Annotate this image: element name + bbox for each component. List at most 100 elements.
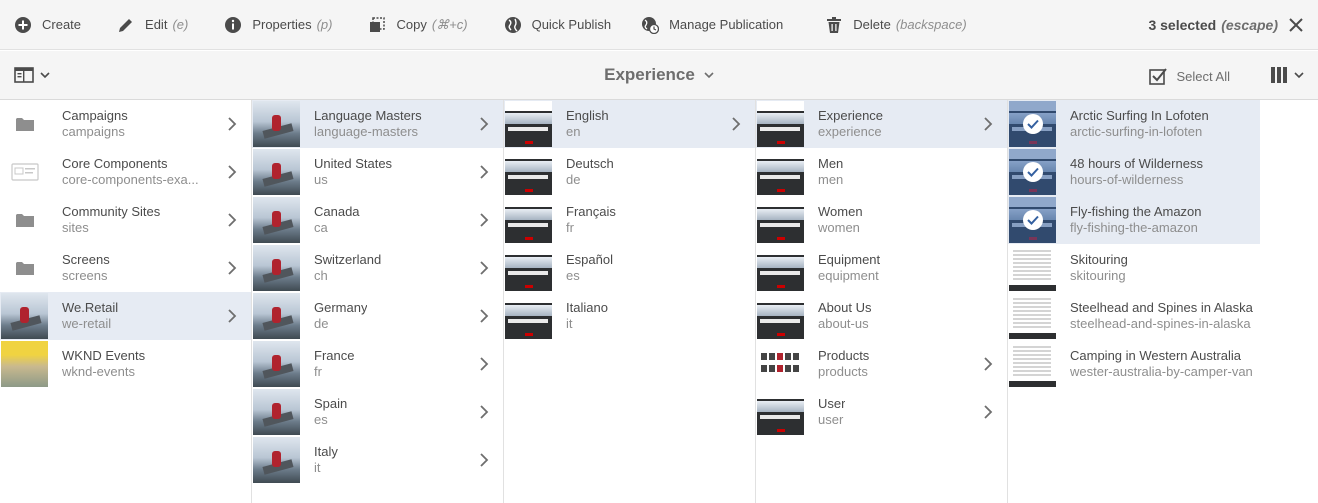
breadcrumb-dropdown[interactable]: Experience <box>604 65 714 85</box>
page-thumbnail <box>253 341 300 387</box>
column-item[interactable]: We.Retail we-retail <box>0 292 251 340</box>
column-item[interactable]: Community Sites sites <box>0 196 251 244</box>
column-item[interactable]: English en <box>504 100 755 148</box>
item-text: Core Components core-components-exa... <box>62 156 199 188</box>
chevron-right-icon[interactable] <box>479 453 489 467</box>
item-name: women <box>818 220 860 235</box>
chevron-right-icon[interactable] <box>227 165 237 179</box>
column-item[interactable]: About Us about-us <box>756 292 1007 340</box>
chevron-right-icon[interactable] <box>227 261 237 275</box>
column-item[interactable]: France fr <box>252 340 503 388</box>
item-name: campaigns <box>62 124 125 139</box>
chevron-right-icon[interactable] <box>479 117 489 131</box>
item-name: experience <box>818 124 882 139</box>
column-item[interactable]: Steelhead and Spines in Alaska steelhead-… <box>1008 292 1260 340</box>
column-item[interactable]: Italy it <box>252 436 503 484</box>
page-thumbnail <box>1009 245 1056 291</box>
select-all-label: Select All <box>1176 68 1230 84</box>
quick-publish-label: Quick Publish <box>531 17 612 32</box>
chevron-right-icon[interactable] <box>983 117 993 131</box>
column-item[interactable]: Camping in Western Australia wester-austr… <box>1008 340 1260 388</box>
column-item[interactable]: Germany de <box>252 292 503 340</box>
add-circle-icon <box>15 16 31 33</box>
create-button[interactable]: Create <box>0 0 95 50</box>
properties-button[interactable]: Properties (p) <box>210 0 346 50</box>
chevron-right-icon[interactable] <box>479 261 489 275</box>
item-text: Products products <box>818 348 869 380</box>
item-name: es <box>314 412 328 427</box>
item-text: Arctic Surfing In Lofoten arctic-surfing-… <box>1070 108 1209 140</box>
delete-label: Delete <box>853 17 891 32</box>
chevron-right-icon[interactable] <box>479 309 489 323</box>
column-item[interactable]: Deutsch de <box>504 148 755 196</box>
chevron-right-icon[interactable] <box>479 213 489 227</box>
chevron-right-icon[interactable] <box>479 357 489 371</box>
column-item[interactable]: Products products <box>756 340 1007 388</box>
page-thumbnail <box>1009 101 1056 147</box>
column-item[interactable]: Screens screens <box>0 244 251 292</box>
column-item[interactable]: Arctic Surfing In Lofoten arctic-surfing-… <box>1008 100 1260 148</box>
column-item[interactable]: Core Components core-components-exa... <box>0 148 251 196</box>
page-thumbnail <box>1009 149 1056 195</box>
item-text: Español es <box>566 252 613 284</box>
selected-check-icon[interactable] <box>1009 149 1056 195</box>
column-item[interactable]: Campaigns campaigns <box>0 100 251 148</box>
column-item[interactable]: Fly-fishing the Amazon fly-fishing-the-am… <box>1008 196 1260 244</box>
select-all-button[interactable]: Select All <box>1148 67 1230 85</box>
item-title: United States <box>314 156 393 171</box>
folder-icon <box>1 101 48 147</box>
chevron-right-icon[interactable] <box>227 117 237 131</box>
column-item[interactable]: Français fr <box>504 196 755 244</box>
item-text: Community Sites sites <box>62 204 160 236</box>
column-item[interactable]: Women women <box>756 196 1007 244</box>
column-item[interactable]: Skitouring skitouring <box>1008 244 1260 292</box>
column-item[interactable]: User user <box>756 388 1007 436</box>
view-switcher-button[interactable] <box>1270 66 1304 84</box>
chevron-right-icon[interactable] <box>983 405 993 419</box>
column-2: Language Masters language-masters United S… <box>252 100 504 503</box>
column-item[interactable]: Language Masters language-masters <box>252 100 503 148</box>
create-label: Create <box>42 17 82 32</box>
close-icon[interactable] <box>1288 17 1304 33</box>
item-text: Italy it <box>314 444 338 476</box>
delete-button[interactable]: Delete (backspace) <box>811 0 980 50</box>
item-name: hours-of-wilderness <box>1070 172 1184 187</box>
item-title: Equipment <box>818 252 881 267</box>
column-item[interactable]: Italiano it <box>504 292 755 340</box>
page-thumbnail <box>757 149 804 195</box>
item-title: Germany <box>314 300 368 315</box>
item-title: Skitouring <box>1070 252 1128 267</box>
manage-publication-button[interactable]: Manage Publication <box>627 0 797 50</box>
selected-check-icon[interactable] <box>1009 101 1056 147</box>
item-title: Core Components <box>62 156 168 171</box>
column-item[interactable]: Español es <box>504 244 755 292</box>
chevron-right-icon[interactable] <box>479 405 489 419</box>
chevron-right-icon[interactable] <box>227 309 237 323</box>
item-title: Canada <box>314 204 360 219</box>
chevron-right-icon[interactable] <box>479 165 489 179</box>
column-item[interactable]: WKND Events wknd-events <box>0 340 251 388</box>
chevron-right-icon[interactable] <box>983 357 993 371</box>
column-item[interactable]: Spain es <box>252 388 503 436</box>
selected-check-icon[interactable] <box>1009 197 1056 243</box>
item-name: about-us <box>818 316 869 331</box>
page-thumbnail <box>505 149 552 195</box>
item-title: User <box>818 396 846 411</box>
copy-button[interactable]: Copy (⌘+c) <box>354 0 481 50</box>
edit-button[interactable]: Edit (e) <box>103 0 202 50</box>
page-thumbnail <box>505 197 552 243</box>
chevron-down-icon <box>1294 72 1304 79</box>
quick-publish-button[interactable]: Quick Publish <box>490 0 625 50</box>
column-item[interactable]: Canada ca <box>252 196 503 244</box>
chevron-right-icon[interactable] <box>731 117 741 131</box>
column-item[interactable]: Equipment equipment <box>756 244 1007 292</box>
trash-icon <box>827 16 842 33</box>
column-item[interactable]: Men men <box>756 148 1007 196</box>
chevron-right-icon[interactable] <box>227 213 237 227</box>
column-item[interactable]: 48 hours of Wilderness hours-of-wildernes… <box>1008 148 1260 196</box>
column-item[interactable]: Switzerland ch <box>252 244 503 292</box>
column-item[interactable]: Experience experience <box>756 100 1007 148</box>
pencil-icon <box>119 18 133 32</box>
page-thumbnail <box>505 245 552 291</box>
column-item[interactable]: United States us <box>252 148 503 196</box>
